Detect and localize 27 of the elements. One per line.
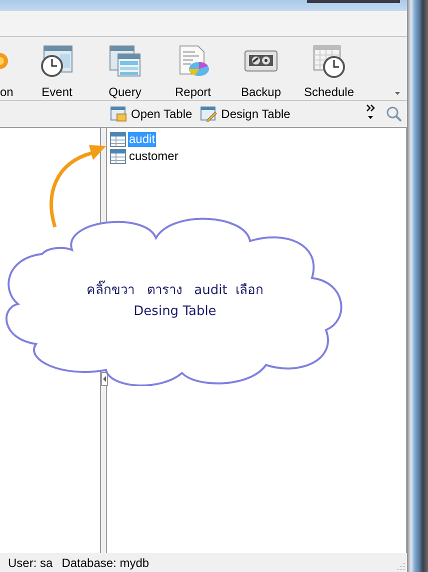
toolbar-button[interactable]: Query [91, 37, 159, 100]
callout-text: คลิ๊กขวา ตาราง audit เลือก [86, 279, 264, 300]
sun-icon [0, 50, 9, 72]
dropdown-icon[interactable] [394, 91, 401, 96]
table-pencil-icon [200, 106, 218, 122]
table-folder-icon [110, 106, 127, 122]
toolbar-button[interactable]: Open Table [110, 106, 192, 122]
overflow-icon[interactable] [366, 103, 376, 121]
search-icon[interactable] [386, 106, 402, 122]
collapse-handle[interactable] [101, 372, 108, 386]
callout-text: Desing Table [134, 304, 216, 319]
resize-grip[interactable] [397, 562, 405, 570]
toolbar-button[interactable]: Report [159, 37, 227, 100]
toolbar-button[interactable]: Design Table [200, 106, 290, 122]
table-icon [110, 132, 126, 147]
toolbar-button[interactable]: on [0, 37, 23, 100]
table-icon [110, 149, 126, 164]
user-status: User: sa [8, 556, 53, 570]
table-windows-icon [108, 44, 142, 78]
clock-window-icon [40, 44, 74, 78]
database-status: Database: mydb [62, 556, 150, 570]
table-item[interactable]: customer [110, 148, 406, 165]
cassette-icon [244, 48, 278, 74]
toolbar-button[interactable]: Schedule [295, 37, 363, 100]
toolbar-button[interactable]: Event [23, 37, 91, 100]
toolbar-button[interactable]: Backup [227, 37, 295, 100]
calendar-clock-icon [312, 44, 346, 78]
